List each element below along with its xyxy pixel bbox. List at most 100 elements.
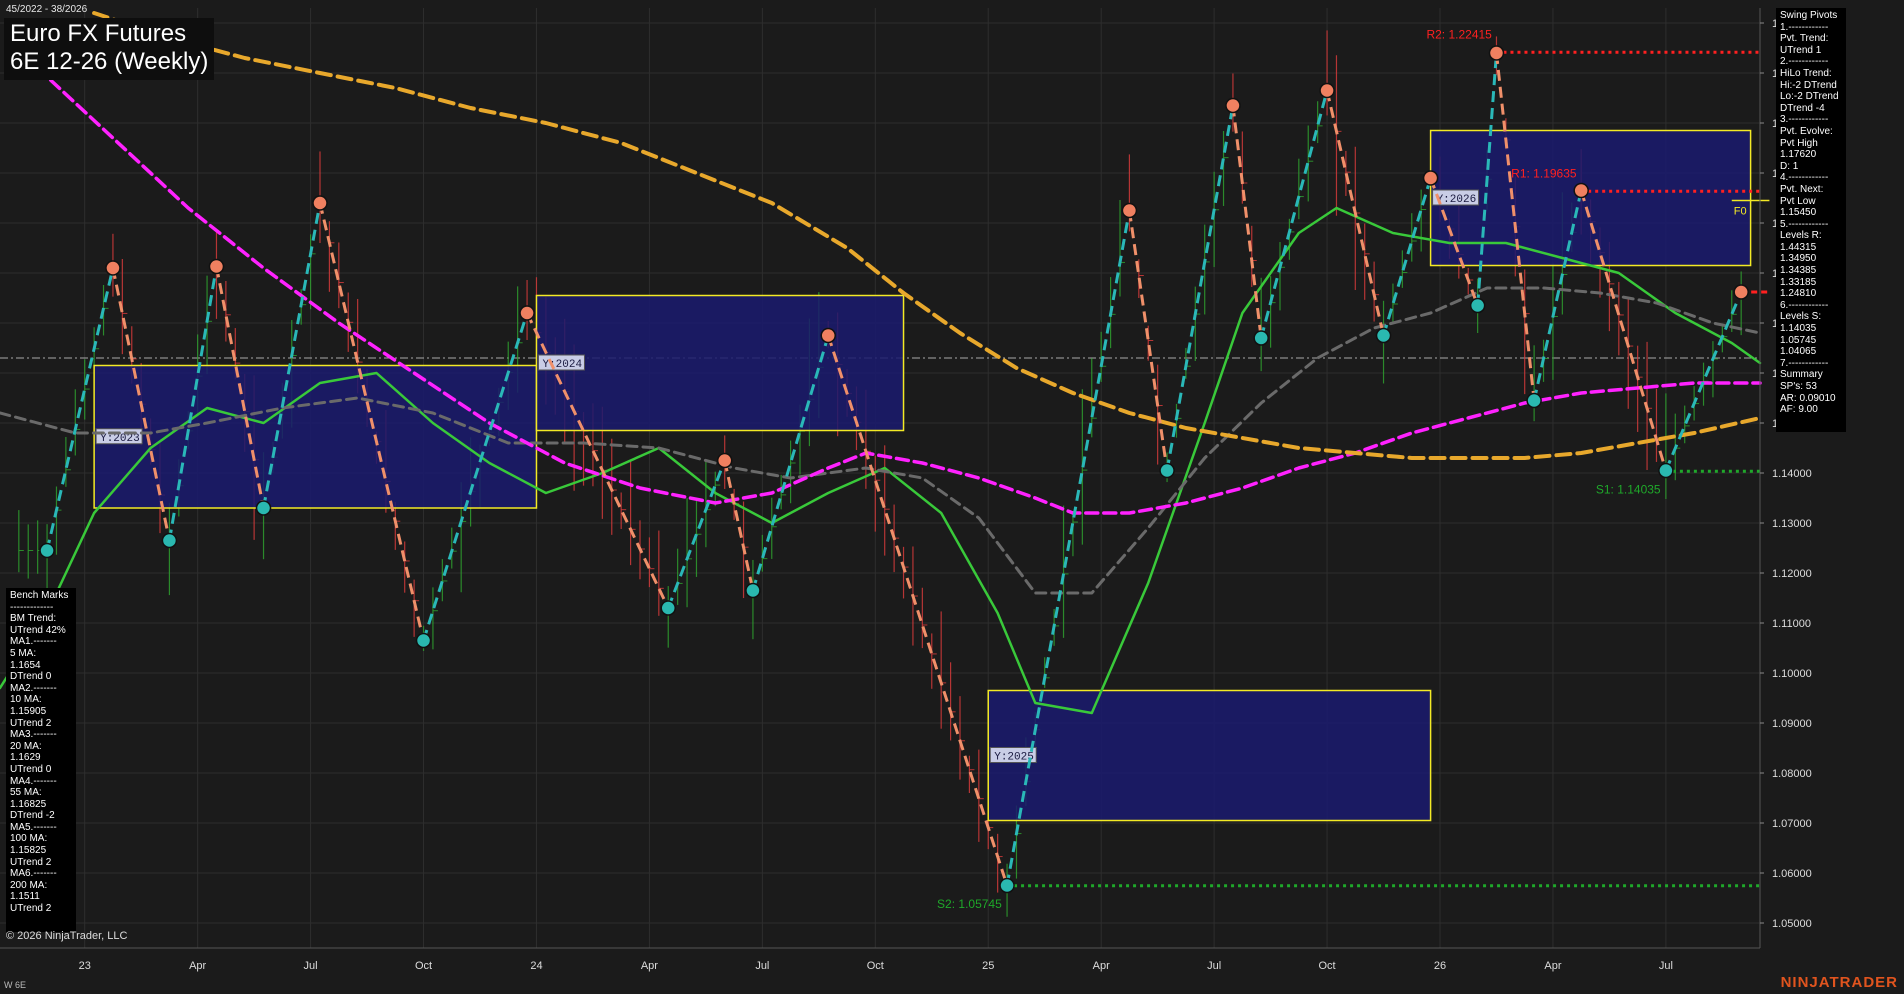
instrument-symbol: 6E 12-26 (Weekly) [10,48,209,75]
panel-line: 1.15450 [1780,207,1817,219]
pivot-high-marker [105,260,121,276]
instrument-tag: W 6E [4,980,27,990]
x-tick-label: Oct [1318,960,1335,972]
panel-line: UTrend 42% [10,624,66,636]
pivot-low-marker [999,877,1015,894]
x-tick-label: Jul [755,960,769,972]
panel-line: Lo:-2 DTrend [1780,91,1839,103]
panel-line: 10 MA: [10,694,42,706]
level-label: S1: 1.14035 [1596,482,1661,496]
panel-line: 1.17620 [1780,149,1817,161]
pivot-high-marker [1422,170,1439,186]
panel-line: UTrend 2 [10,903,52,915]
x-tick-label: Apr [641,960,658,972]
panel-line: Pvt. Next: [1780,183,1824,195]
panel-line: SP's: 53 [1780,381,1817,392]
zone-label: Y:2026 [1437,194,1477,206]
panel-line: BM Trend: [10,613,57,625]
panel-line: MA6.------- [10,868,57,880]
pivot-low-marker [161,532,178,549]
panel-line: Bench Marks [10,590,69,601]
panel-line: 7.------------ [1780,357,1829,369]
panel-line: 100 MA: [10,833,48,845]
panel-line: 1.14035 [1780,323,1817,335]
bench-marks-panel: Bench Marks ------------- BM Trend: UTrend … [6,588,76,932]
x-tick-label: Jul [1207,960,1221,972]
x-tick-label: 23 [79,960,91,972]
level-label: R1: 1.19635 [1511,166,1577,180]
panel-line: DTrend 0 [10,671,52,683]
pivot-high-marker [1733,284,1749,300]
pivot-high-marker [208,258,225,275]
date-range: 45/2022 - 38/2026 [6,4,88,15]
pivot-high-marker [1488,45,1505,61]
panel-line: Pvt Low [1780,195,1816,207]
swing-pivots-panel: Swing Pivots 1.------------ Pvt. Trend: UTr… [1776,8,1846,432]
pivot-high-marker [1319,82,1335,99]
pivot-high-marker [820,327,836,344]
panel-line: D: 1 [1780,160,1799,172]
pivot-high-marker [312,195,328,211]
price-chart[interactable]: Y:2023Y:2024Y:2025Y:2026 R2: 1.22415R1: … [0,0,1904,994]
fo-label: F0 [1734,206,1747,218]
panel-line: 1.33185 [1780,276,1817,288]
y-tick-label: 1.14000 [1772,468,1812,480]
panel-line: Pvt. Evolve: [1780,125,1833,137]
panel-line: 3.------------ [1780,114,1829,126]
pivot-low-marker [745,582,761,599]
x-tick-label: 24 [530,960,542,972]
pivot-low-marker [1526,392,1542,409]
panel-line: Swing Pivots [1780,10,1838,21]
panel-line: 1.1511 [10,891,40,903]
panel-line: UTrend 2 [10,717,52,729]
y-tick-label: 1.05000 [1772,918,1812,930]
panel-line: MA4.------- [10,775,57,787]
zone-label: Y:2023 [100,433,140,445]
panel-line: UTrend 2 [10,856,52,868]
y-tick-label: 1.09000 [1772,718,1812,730]
pivot-low-marker [1159,462,1175,479]
panel-line: AF: 9.00 [1780,404,1818,416]
panel-line: MA2.------- [10,682,57,694]
y-tick-label: 1.10000 [1772,668,1812,680]
pivot-low-marker [39,542,55,559]
panel-line: Levels R: [1780,230,1822,242]
x-tick-label: Oct [415,960,432,972]
panel-line: DTrend -4 [1780,102,1825,114]
year-zone [535,294,905,432]
panel-line: Levels S: [1780,311,1822,323]
panel-line: MA1.------- [10,636,57,648]
x-tick-label: Oct [867,960,884,972]
pivot-high-marker [1573,182,1589,199]
panel-line: 1.24810 [1780,288,1817,300]
panel-line: AR: 0.09010 [1780,392,1836,404]
x-tick-label: 25 [982,960,994,972]
panel-line: 1.05745 [1780,334,1817,346]
instrument-name: Euro FX Futures [10,20,187,47]
pivot-low-marker [1375,327,1392,344]
pivot-low-marker [1658,462,1674,479]
panel-line: 20 MA: [10,740,42,752]
panel-line: 6.------------ [1780,299,1829,311]
y-tick-label: 1.12000 [1772,568,1812,580]
pivot-high-marker [716,452,733,469]
copyright: © 2026 NinjaTrader, LLC [6,930,128,942]
panel-line: 200 MA: [10,879,48,891]
panel-line: Summary [1780,369,1823,381]
pivot-high-marker [1225,97,1241,114]
x-tick-label: Apr [1544,960,1561,972]
panel-line: Pvt High [1780,137,1818,149]
ninjatrader-logo: NINJATRADER [1780,974,1898,991]
x-tick-label: 26 [1434,960,1446,972]
panel-line: Pvt. Trend: [1780,33,1829,45]
panel-line: 4.------------ [1780,172,1829,184]
pivot-high-marker [1121,202,1138,219]
level-label: R2: 1.22415 [1426,27,1492,41]
pivot-low-marker [1469,297,1486,314]
panel-line: 1.15825 [10,845,47,857]
panel-line: 5.------------ [1780,218,1829,230]
x-tick-label: Apr [189,960,206,972]
panel-line: 1.04065 [1780,346,1817,358]
pivot-high-marker [519,305,535,321]
y-tick-label: 1.11000 [1772,618,1811,630]
